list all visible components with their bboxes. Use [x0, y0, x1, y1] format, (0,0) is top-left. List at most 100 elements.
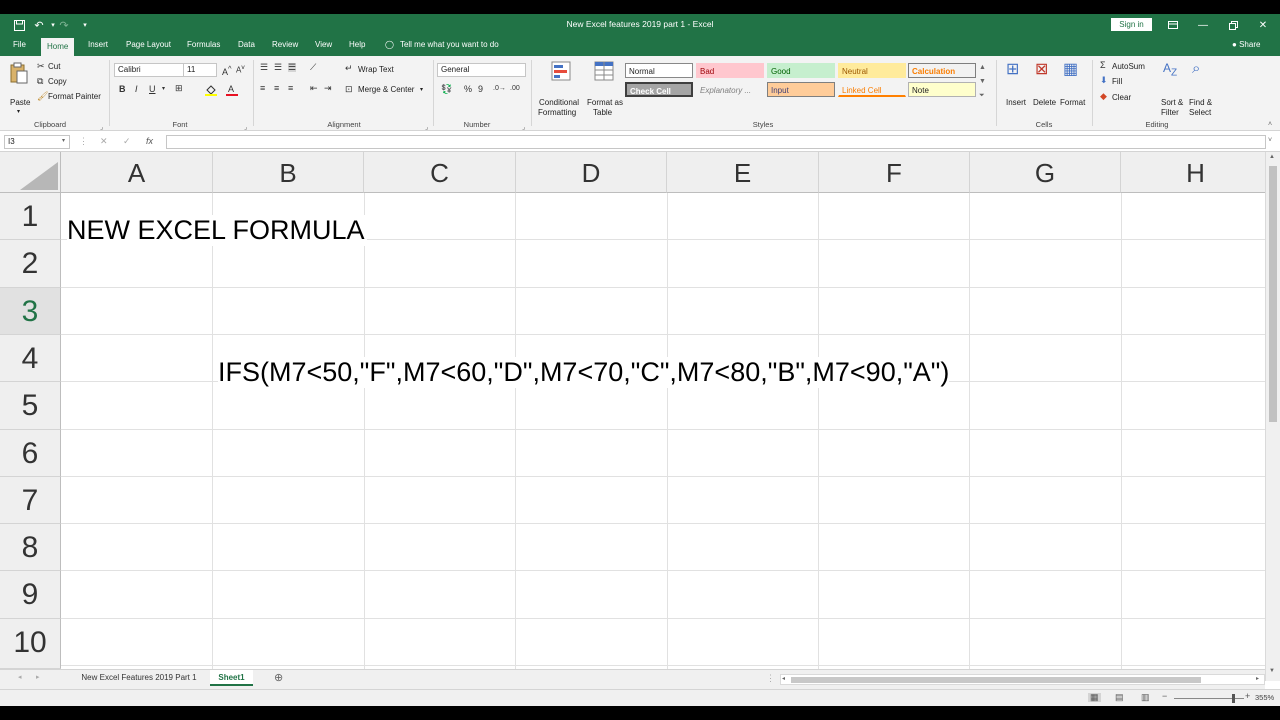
font-color-icon[interactable]: A — [226, 84, 238, 98]
percent-button[interactable]: % — [464, 85, 472, 94]
paste-dropdown-icon[interactable]: ▾ — [17, 108, 20, 115]
style-note[interactable]: Note — [908, 82, 976, 97]
autosum-button[interactable]: AutoSum — [1112, 62, 1145, 71]
underline-button[interactable]: U — [149, 85, 156, 94]
zoom-in-icon[interactable]: + — [1245, 692, 1250, 701]
styles-more-icon[interactable]: ⏷ — [979, 92, 985, 99]
format-painter-button[interactable]: Format Painter — [48, 92, 101, 101]
increase-font-size-icon[interactable]: A^ — [222, 65, 232, 77]
column-header[interactable]: A — [61, 152, 213, 193]
tab-file[interactable]: File — [13, 40, 26, 49]
page-break-view-icon[interactable]: ▥ — [1141, 693, 1150, 702]
zoom-out-icon[interactable]: − — [1162, 692, 1167, 701]
insert-cells-icon[interactable]: ⊞ — [1006, 62, 1019, 78]
tab-view[interactable]: View — [315, 40, 332, 49]
font-size-select[interactable]: 11 — [183, 63, 217, 77]
accounting-format-icon[interactable]: 💱 — [441, 85, 452, 94]
row-header[interactable]: 10 — [0, 619, 61, 669]
styles-scroll-up-icon[interactable]: ▲ — [979, 64, 986, 71]
tab-page-layout[interactable]: Page Layout — [126, 40, 171, 49]
align-right-icon[interactable]: ≡ — [288, 84, 293, 93]
italic-button[interactable]: I — [135, 85, 138, 94]
delete-cells-icon[interactable]: ⊠ — [1035, 62, 1048, 78]
collapse-ribbon-icon[interactable]: ˄ — [1268, 121, 1272, 128]
align-left-icon[interactable]: ≡ — [260, 84, 265, 93]
style-calculation[interactable]: Calculation — [908, 63, 976, 78]
styles-scroll-down-icon[interactable]: ▼ — [979, 78, 986, 85]
column-header[interactable]: C — [364, 152, 516, 193]
column-header[interactable]: D — [516, 152, 667, 193]
style-input[interactable]: Input — [767, 82, 835, 97]
decrease-decimal-icon[interactable]: .00 — [510, 85, 520, 92]
column-header[interactable]: B — [213, 152, 364, 193]
sort-filter-label-1[interactable]: Sort & — [1161, 98, 1183, 107]
orientation-icon[interactable]: ⟋ — [310, 63, 316, 72]
delete-cells-button[interactable]: Delete — [1033, 98, 1056, 107]
worksheet-grid[interactable]: A B C D E F G H 1 2 3 4 5 6 7 8 9 10 NEW… — [0, 152, 1265, 669]
ribbon-display-options-icon[interactable] — [1158, 16, 1188, 34]
copy-icon[interactable]: ⧉ — [37, 77, 43, 86]
format-painter-icon[interactable]: 🖌 — [37, 92, 48, 101]
underline-dropdown-icon[interactable]: ▾ — [162, 86, 165, 92]
cancel-icon[interactable]: ✕ — [100, 137, 108, 146]
scroll-up-icon[interactable]: ▲ — [1269, 154, 1275, 160]
bold-button[interactable]: B — [119, 85, 126, 94]
restore-icon[interactable] — [1218, 16, 1248, 34]
formula-input[interactable] — [166, 135, 1266, 149]
format-cells-button[interactable]: Format — [1060, 98, 1085, 107]
sheet-prev-icon[interactable]: ◂ — [18, 674, 22, 681]
format-cells-icon[interactable]: ▦ — [1063, 62, 1078, 78]
insert-function-icon[interactable]: fx — [146, 137, 153, 146]
style-normal[interactable]: Normal — [625, 63, 693, 78]
cell-a1[interactable]: NEW EXCEL FORMULA — [67, 215, 367, 246]
style-bad[interactable]: Bad — [696, 63, 764, 78]
scroll-right-icon[interactable]: ▸ — [1256, 676, 1259, 682]
top-align-icon[interactable]: ☰ — [260, 63, 268, 72]
paste-icon[interactable] — [10, 62, 28, 84]
close-icon[interactable]: ✕ — [1248, 16, 1278, 34]
wrap-text-button[interactable]: Wrap Text — [358, 65, 394, 74]
row-header[interactable]: 7 — [0, 477, 61, 524]
format-as-table-icon[interactable] — [594, 61, 614, 81]
insert-cells-button[interactable]: Insert — [1006, 98, 1026, 107]
wrap-text-icon[interactable]: ↵ — [345, 64, 353, 73]
align-center-icon[interactable]: ≡ — [274, 84, 279, 93]
find-select-icon[interactable]: ⌕ — [1192, 61, 1200, 76]
decrease-indent-icon[interactable]: ⇤ — [310, 84, 318, 93]
tab-data[interactable]: Data — [238, 40, 255, 49]
paste-button[interactable]: Paste — [10, 98, 30, 107]
tab-split-icon[interactable]: ⋮ — [766, 674, 775, 683]
autosum-icon[interactable]: Σ — [1100, 61, 1106, 70]
sheet-tab[interactable]: New Excel Features 2019 Part 1 — [70, 670, 208, 686]
tab-help[interactable]: Help — [349, 40, 365, 49]
sheet-tab-active[interactable]: Sheet1 — [210, 670, 253, 686]
borders-icon[interactable]: ⊞ — [175, 84, 183, 93]
increase-decimal-icon[interactable]: .0→ — [493, 85, 506, 92]
name-box[interactable]: I3 — [4, 135, 70, 149]
name-box-dropdown-icon[interactable]: ▾ — [62, 138, 65, 144]
horizontal-scrollbar[interactable]: ◂ ▸ — [780, 674, 1265, 685]
zoom-level[interactable]: 355% — [1255, 693, 1274, 702]
expand-formula-bar-icon[interactable]: ˅ — [1268, 137, 1272, 144]
fill-icon[interactable]: ⬇ — [1100, 76, 1108, 85]
minimize-icon[interactable]: — — [1188, 16, 1218, 34]
sign-in-button[interactable]: Sign in — [1111, 18, 1152, 31]
cut-button[interactable]: Cut — [48, 62, 60, 71]
tab-formulas[interactable]: Formulas — [187, 40, 220, 49]
style-linked-cell[interactable]: Linked Cell — [838, 82, 906, 97]
vertical-scroll-thumb[interactable] — [1269, 166, 1277, 422]
select-all-corner[interactable] — [0, 152, 61, 193]
conditional-formatting-icon[interactable] — [551, 61, 571, 81]
find-select-label-1[interactable]: Find & — [1189, 98, 1212, 107]
decrease-font-size-icon[interactable]: Av — [236, 64, 245, 75]
bottom-align-icon[interactable]: ☰ — [288, 63, 297, 72]
row-header[interactable]: 6 — [0, 430, 61, 477]
row-header[interactable]: 2 — [0, 240, 61, 288]
row-header[interactable]: 9 — [0, 571, 61, 619]
row-header-active[interactable]: 3 — [0, 288, 61, 335]
scroll-down-icon[interactable]: ▼ — [1269, 668, 1275, 674]
find-select-label-2[interactable]: Select — [1189, 108, 1211, 117]
normal-view-icon[interactable]: ▦ — [1088, 693, 1101, 702]
cut-icon[interactable]: ✂ — [37, 62, 45, 71]
fill-button[interactable]: Fill — [1112, 77, 1122, 86]
